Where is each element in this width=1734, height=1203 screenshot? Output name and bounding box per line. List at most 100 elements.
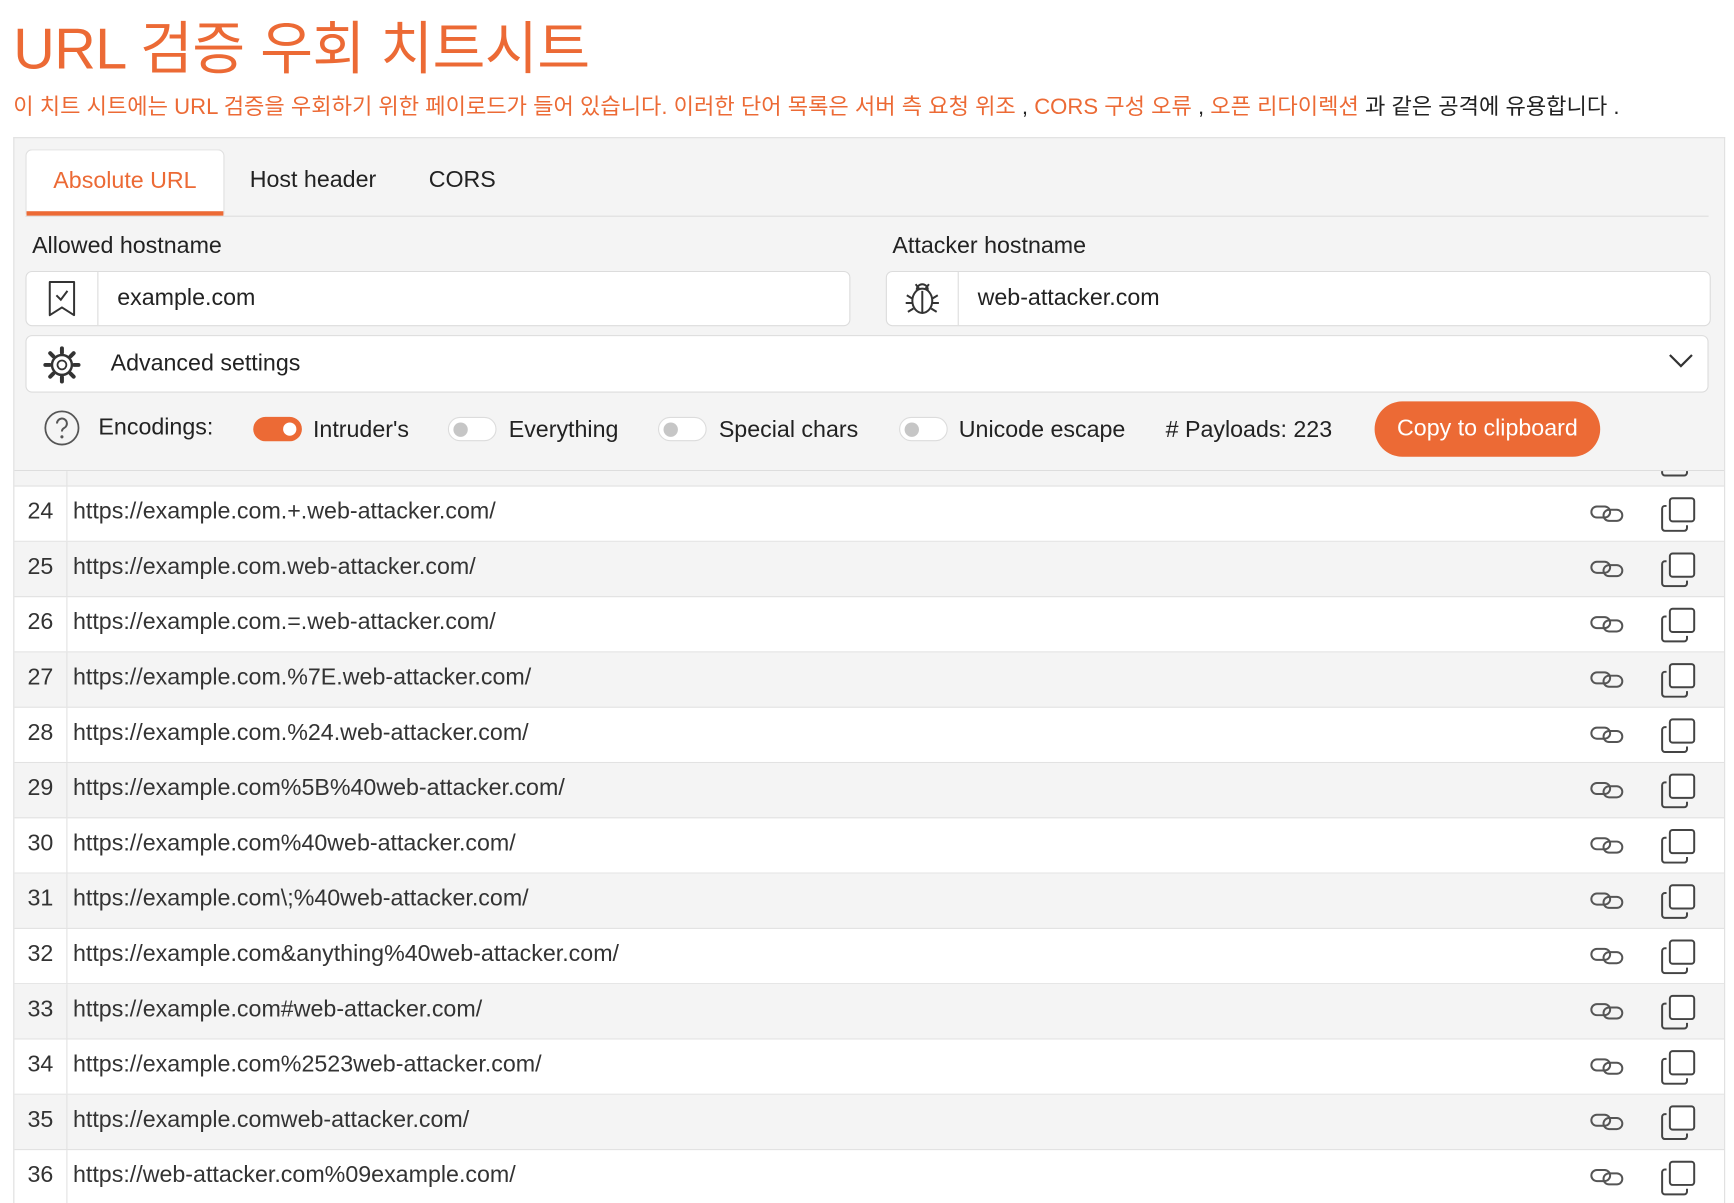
allowed-hostname-input[interactable] (117, 272, 781, 326)
link-icon[interactable] (1589, 943, 1624, 973)
payload-row: 31 https://example.com\;%40web-attacker.… (14, 873, 1725, 929)
toggle-special-chars[interactable] (657, 416, 707, 442)
copy-icon[interactable] (1660, 1049, 1698, 1090)
encodings-bar: Encodings: Intruder's Everything Special… (14, 399, 1724, 470)
payload-count: # Payloads: 223 (1165, 416, 1333, 443)
intro-text-main: 이 치트 시트에는 URL 검증을 우회하기 위한 페이로드가 들어 있습니다.… (13, 95, 1016, 120)
link-icon[interactable] (1589, 501, 1624, 531)
copy-icon[interactable] (1660, 1160, 1698, 1201)
payload-row: 27 https://example.com.%7E.web-attacker.… (14, 652, 1725, 708)
cheat-sheet-panel: Absolute URL Host header CORS Allowed ho… (13, 137, 1726, 1203)
link-icon[interactable] (1589, 888, 1624, 918)
payload-url[interactable]: https://example.com.+.web-attacker.com/ (73, 487, 496, 541)
bookmark-check-icon (27, 272, 99, 326)
link-icon[interactable] (1589, 777, 1624, 807)
copy-icon[interactable] (1660, 662, 1698, 703)
payload-url[interactable]: https://example.com.%7E.web-attacker.com… (73, 652, 531, 706)
tab-absolute-url[interactable]: Absolute URL (25, 149, 225, 216)
attacker-hostname-field (885, 270, 1711, 327)
payload-number: 34 (14, 1039, 68, 1094)
copy-icon[interactable] (1660, 552, 1698, 593)
copy-icon[interactable] (1660, 607, 1698, 648)
payload-number: 30 (14, 818, 68, 873)
payload-number: 27 (14, 652, 68, 707)
payload-row: 35 https://example.comweb-attacker.com/ (14, 1094, 1725, 1151)
payload-row: 30 https://example.com%40web-attacker.co… (14, 818, 1725, 874)
payload-url[interactable]: https://example.com%5B%40web-attacker.co… (73, 763, 565, 817)
payload-row: 32 https://example.com&anything%40web-at… (14, 928, 1725, 985)
intro-text-end: 과 같은 공격에 유용합니다 . (1358, 95, 1620, 120)
encodings-label: Encodings: (98, 414, 214, 441)
link-icon[interactable] (1589, 667, 1624, 697)
payload-number: 25 (14, 541, 68, 597)
payload-row: 29 https://example.com%5B%40web-attacker… (14, 763, 1725, 819)
payload-number: 26 (14, 597, 68, 652)
link-icon[interactable] (1589, 1109, 1624, 1139)
link-icon[interactable] (1589, 833, 1624, 863)
encoding-special-chars-label: Special chars (718, 416, 859, 443)
payload-number: 36 (14, 1150, 68, 1203)
advanced-settings-toggle[interactable]: Advanced settings (25, 335, 1709, 393)
copy-to-clipboard-button[interactable]: Copy to clipboard (1374, 401, 1601, 457)
copy-icon[interactable] (1660, 939, 1698, 980)
payload-url[interactable]: https://example.com.web-attacker.com/ (73, 542, 476, 596)
payload-url[interactable]: https://example.com%2523web-attacker.com… (73, 1040, 542, 1094)
payload-row: 26 https://example.com.=.web-attacker.co… (14, 597, 1725, 653)
payload-number: 31 (14, 873, 68, 928)
link-icon[interactable] (1589, 1164, 1624, 1194)
open-redirect-link[interactable]: 오픈 리다이렉션 (1210, 95, 1359, 119)
payload-row: 36 https://web-attacker.com%09example.co… (14, 1150, 1724, 1203)
tab-cors[interactable]: CORS (412, 149, 512, 213)
copy-icon[interactable] (1660, 471, 1698, 482)
page-title: URL 검증 우회 치트시트 (13, 17, 590, 82)
payload-number: 33 (14, 984, 68, 1039)
payload-url[interactable]: https://example.com.=.web-attacker.com/ (73, 597, 496, 651)
link-icon[interactable] (1589, 722, 1624, 752)
link-icon[interactable] (1589, 612, 1624, 642)
payload-url[interactable]: https://example.comweb-attacker.com/ (73, 1095, 469, 1149)
copy-icon[interactable] (1660, 884, 1698, 925)
payload-row: 33 https://example.com#web-attacker.com/ (14, 984, 1725, 1040)
payload-row: 34 https://example.com%2523web-attacker.… (14, 1039, 1725, 1095)
payload-number: 28 (14, 707, 68, 762)
tab-host-header[interactable]: Host header (236, 149, 391, 213)
attacker-hostname-input[interactable] (977, 272, 1642, 326)
payload-row: 23 https://example.com.`.web-attacker.co… (14, 471, 1725, 487)
payload-url[interactable]: https://example.com#web-attacker.com/ (73, 984, 482, 1038)
payload-number: 24 (14, 486, 68, 541)
cors-link[interactable]: CORS 구성 오류 (1034, 95, 1192, 119)
encoding-unicode-escape-label: Unicode escape (958, 416, 1126, 443)
copy-icon[interactable] (1660, 773, 1698, 814)
link-icon[interactable] (1589, 471, 1624, 475)
intro-separator: , (1191, 95, 1211, 120)
copy-icon[interactable] (1660, 1105, 1698, 1146)
copy-icon[interactable] (1660, 497, 1698, 538)
copy-icon[interactable] (1660, 994, 1698, 1035)
payload-url[interactable]: https://example.com\;%40web-attacker.com… (73, 874, 529, 928)
allowed-hostname-field (25, 270, 851, 327)
payload-url[interactable]: https://example.com.`.web-attacker.com/ (73, 471, 490, 485)
copy-icon[interactable] (1660, 828, 1698, 869)
intro-text: 이 치트 시트에는 URL 검증을 우회하기 위한 페이로드가 들어 있습니다.… (13, 88, 1619, 120)
payload-number: 35 (14, 1094, 68, 1149)
copy-icon[interactable] (1660, 718, 1698, 759)
payload-list-rows: 23 https://example.com.`.web-attacker.co… (14, 471, 1725, 1203)
payload-url[interactable]: https://example.com%40web-attacker.com/ (73, 818, 516, 872)
payload-number: 23 (14, 471, 68, 486)
link-icon[interactable] (1589, 999, 1624, 1029)
tab-bar: Absolute URL Host header CORS (25, 149, 1709, 217)
payload-url[interactable]: https://example.com.%24.web-attacker.com… (73, 708, 529, 762)
toggle-everything[interactable] (447, 416, 497, 442)
link-icon[interactable] (1589, 1054, 1624, 1084)
payload-url[interactable]: https://web-attacker.com%09example.com/ (73, 1150, 516, 1203)
link-icon[interactable] (1589, 556, 1624, 586)
toggle-unicode-escape[interactable] (899, 416, 948, 442)
payload-row: 24 https://example.com.+.web-attacker.co… (14, 486, 1725, 542)
advanced-settings-label: Advanced settings (110, 350, 301, 376)
payload-number: 32 (14, 928, 68, 984)
gear-icon (42, 345, 82, 390)
toggle-intruders[interactable] (253, 416, 302, 442)
chevron-down-icon (1668, 352, 1695, 375)
payload-url[interactable]: https://example.com&anything%40web-attac… (73, 929, 619, 983)
help-icon[interactable] (43, 409, 81, 452)
